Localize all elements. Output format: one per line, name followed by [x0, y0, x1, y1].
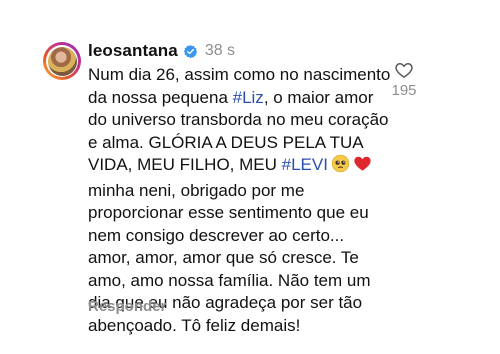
comment-line: e alma. GLÓRIA A DEUS PELA TUA	[88, 132, 388, 155]
comment-header: leosantana 38 s	[88, 40, 235, 62]
hashtag-link[interactable]: #Liz	[233, 88, 264, 107]
reply-button[interactable]: Responder	[88, 298, 166, 315]
username[interactable]: leosantana	[88, 41, 178, 61]
timestamp: 38 s	[204, 42, 236, 59]
comment-text-segment: amo, amo nossa família. Não tem um	[88, 270, 371, 290]
comment-line: nem consigo descrever ao certo...	[88, 225, 388, 248]
comment-line: da nossa pequena #Liz, o maior amor	[88, 87, 388, 110]
comment-text-segment: do universo transborda no meu coração	[88, 110, 389, 129]
avatar[interactable]	[43, 42, 81, 80]
comment-line: amo, amo nossa família. Não tem um	[88, 270, 388, 293]
comment: leosantana 38 s Num dia 26, assim como n…	[0, 0, 500, 354]
comment-line: Num dia 26, assim como no nascimento	[88, 64, 391, 87]
comment-line: proporcionar esse sentimento que eu	[88, 202, 388, 225]
like-count: 195	[391, 82, 417, 99]
verified-badge-icon	[183, 44, 198, 59]
heart-outline-icon[interactable]	[394, 60, 414, 80]
red-heart-emoji	[353, 154, 372, 180]
comment-text-segment: VIDA, MEU FILHO, MEU	[88, 155, 282, 174]
comment-line: amor, amor, amor que só cresce. Te	[88, 247, 388, 270]
comment-text: Num dia 26, assim como no nascimento da n…	[88, 64, 391, 338]
comment-text-segment: e alma. GLÓRIA A DEUS PELA TUA	[88, 132, 364, 152]
comment-line: do universo transborda no meu coração	[88, 109, 389, 132]
avatar-photo	[47, 46, 77, 76]
comment-text-segment: minha neni, obrigado por me	[88, 180, 305, 200]
comment-line: abençoado. Tô feliz demais!	[88, 315, 388, 338]
comment-text-segment: da nossa pequena	[88, 87, 233, 107]
comment-text-segment: proporcionar esse sentimento que eu	[88, 203, 369, 222]
comment-text-segment: nem consigo descrever ao certo...	[88, 225, 345, 245]
hashtag-link[interactable]: #LEVI	[282, 155, 328, 174]
comment-text-segment: abençoado. Tô feliz demais!	[88, 315, 301, 335]
comment-text-segment: amor, amor, amor que só cresce. Te	[88, 248, 359, 267]
comment-line: VIDA, MEU FILHO, MEU #LEVI	[88, 154, 388, 180]
comment-line: minha neni, obrigado por me	[88, 180, 388, 203]
pleading-face-emoji	[331, 154, 350, 180]
avatar-ring	[46, 45, 78, 77]
comment-text-segment: Num dia 26, assim como no nascimento	[88, 65, 391, 84]
comment-text-segment: , o maior amor	[263, 87, 374, 107]
